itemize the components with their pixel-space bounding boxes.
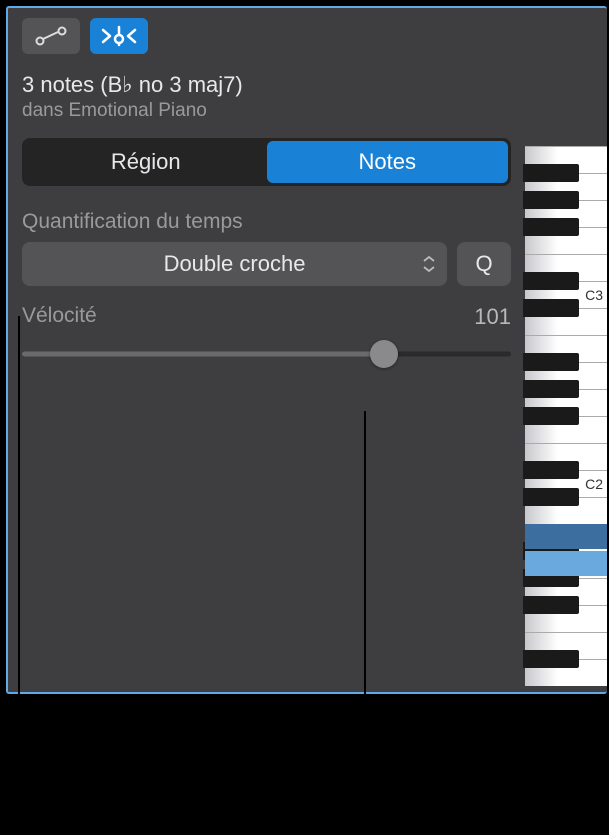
key-label-c2: C2 — [585, 476, 603, 492]
black-key[interactable] — [523, 380, 579, 398]
black-key[interactable] — [523, 164, 579, 182]
tab-notes[interactable]: Notes — [267, 141, 509, 183]
black-key[interactable] — [523, 407, 579, 425]
slider-thumb[interactable] — [370, 340, 398, 368]
black-key[interactable] — [523, 461, 579, 479]
quantize-dropdown[interactable]: Double croche — [22, 242, 447, 286]
velocity-value: 101 — [474, 304, 511, 330]
automation-toggle-button[interactable] — [22, 18, 80, 54]
black-key[interactable] — [523, 596, 579, 614]
black-key[interactable] — [523, 299, 579, 317]
black-key[interactable] — [523, 650, 579, 668]
chevron-updown-icon — [423, 256, 435, 272]
black-key[interactable] — [523, 191, 579, 209]
selected-key[interactable] — [525, 551, 607, 576]
inspector-toggle-button[interactable] — [90, 18, 148, 54]
key-label-c3: C3 — [585, 287, 603, 303]
tab-region[interactable]: Région — [25, 141, 267, 183]
piano-keyboard[interactable]: C3 C2 — [523, 146, 607, 692]
black-key[interactable] — [523, 488, 579, 506]
track-subtitle: dans Emotional Piano — [22, 100, 511, 122]
selected-key[interactable] — [525, 524, 607, 549]
black-key[interactable] — [523, 272, 579, 290]
quantize-label: Quantification du temps — [22, 210, 511, 234]
selection-title: 3 notes (B♭ no 3 maj7) — [22, 72, 511, 98]
quantize-value: Double croche — [164, 251, 306, 277]
velocity-label: Vélocité — [22, 304, 97, 330]
quantize-apply-button[interactable]: Q — [457, 242, 511, 286]
black-key[interactable] — [523, 218, 579, 236]
tab-switcher: Région Notes — [22, 138, 511, 186]
black-key[interactable] — [523, 353, 579, 371]
velocity-slider[interactable] — [22, 342, 511, 366]
